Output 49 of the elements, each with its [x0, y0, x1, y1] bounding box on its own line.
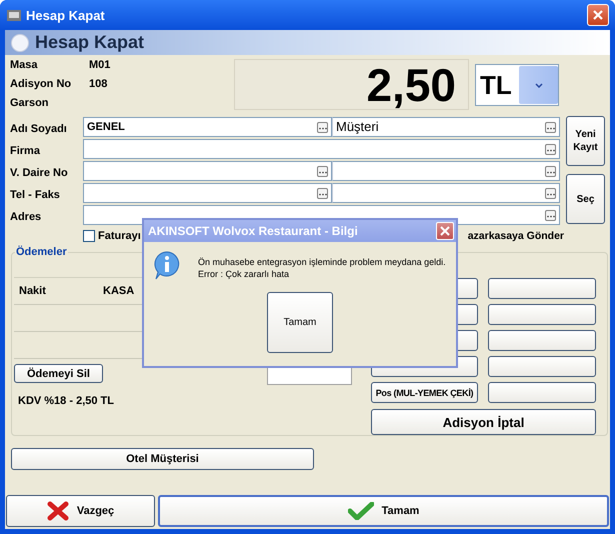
close-icon [440, 226, 450, 236]
info-icon [152, 250, 182, 280]
group-title: Ödemeler [15, 246, 68, 258]
circle-icon [11, 34, 29, 52]
cancel-bill-button[interactable]: Adisyon İptal [371, 409, 596, 435]
field-label: Adı Soyadı [10, 122, 68, 137]
dialog-title: AKINSOFT Wolvox Restaurant - Bilgi [148, 224, 358, 238]
table-cell-text: KASA [103, 285, 136, 297]
hotel-guest-button[interactable]: Otel Müşterisi [11, 448, 314, 470]
field-label: V. Daire No [10, 166, 69, 181]
field-label: Adres [10, 210, 42, 225]
payment-method-button[interactable] [488, 356, 596, 377]
field-label: Adisyon No [10, 78, 72, 90]
field-value: 108 [89, 78, 108, 90]
checkmark-icon [348, 502, 374, 520]
close-icon [592, 9, 604, 21]
app-icon [6, 7, 22, 23]
ellipsis-icon [546, 214, 554, 218]
payment-method-button[interactable] [488, 304, 596, 325]
field-label: Firma [10, 144, 41, 159]
delete-payment-button[interactable]: Ödemeyi Sil [14, 364, 103, 383]
field-label: Garson [10, 97, 50, 109]
side-button[interactable]: Seç [566, 174, 605, 224]
field-label: Masa [10, 59, 39, 71]
payment-method-button[interactable] [488, 278, 596, 299]
close-button[interactable] [436, 222, 454, 240]
dialog-message: Ön muhasebe entegrasyon işleminde problem meydana geldi. Error : Çok zararlı hata [198, 256, 446, 280]
payment-method-button[interactable] [488, 382, 596, 403]
checkbox-label: azarkasaya Gönder [468, 230, 564, 242]
payment-method-button[interactable] [488, 330, 596, 351]
field-label: Tel - Faks [10, 188, 61, 203]
ok-button[interactable]: Tamam [158, 495, 609, 527]
field-value: M01 [89, 59, 110, 71]
ellipsis-button[interactable] [545, 210, 556, 220]
total-amount: 2,50 [234, 59, 469, 110]
ok-button[interactable]: Tamam [267, 292, 333, 353]
checkbox-label: Faturayı [98, 230, 141, 242]
window-title: Hesap Kapat [26, 8, 105, 22]
chevron-down-icon [534, 82, 542, 88]
header-title: Hesap Kapat [35, 32, 144, 53]
cancel-button[interactable]: Vazgeç [6, 495, 155, 527]
side-button[interactable]: Yeni Kayıt [566, 116, 605, 166]
tax-text: KDV %18 - 2,50 TL [17, 395, 115, 407]
table-cell-text: Nakit [19, 285, 47, 297]
currency-dropdown[interactable]: TL [475, 64, 559, 106]
close-button[interactable] [587, 4, 609, 26]
payment-method-button[interactable]: Pos (MUL-YEMEK ÇEKİ) [371, 382, 478, 403]
cross-icon [46, 501, 69, 521]
checkbox[interactable] [83, 230, 95, 242]
